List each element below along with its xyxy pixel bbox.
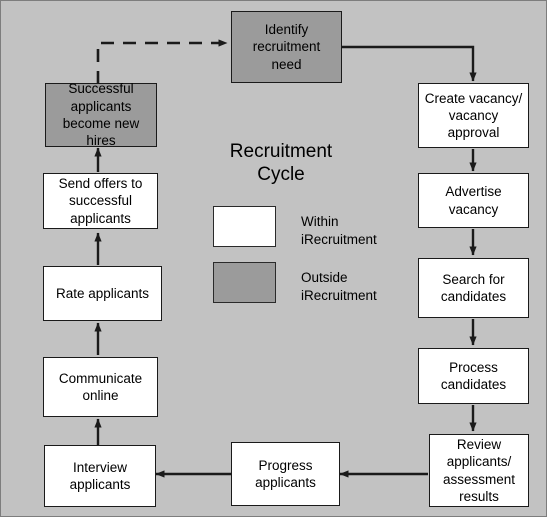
edge-identify-to-create — [342, 45, 477, 82]
node-send-offers[interactable]: Send offers to successful applicants — [43, 173, 158, 229]
edge-hires-to-identify-dashed — [96, 39, 228, 84]
legend-swatch-outside — [213, 262, 276, 303]
legend-swatch-within — [213, 206, 276, 247]
node-communicate-online[interactable]: Communicate online — [43, 357, 158, 417]
node-create-vacancy-approval[interactable]: Create vacancy/ vacancy approval — [418, 83, 529, 148]
legend-label-outside: Outside iRecruitment — [301, 270, 377, 303]
node-advertise-vacancy[interactable]: Advertise vacancy — [418, 173, 529, 228]
node-successful-applicants-hires[interactable]: Successful applicants become new hires — [45, 81, 157, 148]
recruitment-cycle-diagram: Identify recruitment need Create vacancy… — [0, 0, 547, 517]
node-process-candidates[interactable]: Process candidates — [418, 348, 529, 404]
legend-label-within: Within iRecruitment — [301, 214, 377, 247]
node-review-applicants[interactable]: Review applicants/ assessment results — [429, 434, 529, 507]
node-search-for-candidates[interactable]: Search for candidates — [418, 258, 529, 318]
diagram-title: Recruitment Cycle — [229, 141, 333, 186]
node-identify-recruitment-need[interactable]: Identify recruitment need — [231, 11, 342, 83]
node-progress-applicants[interactable]: Progress applicants — [231, 442, 340, 506]
node-rate-applicants[interactable]: Rate applicants — [43, 266, 162, 321]
node-interview-applicants[interactable]: Interview applicants — [44, 445, 156, 507]
